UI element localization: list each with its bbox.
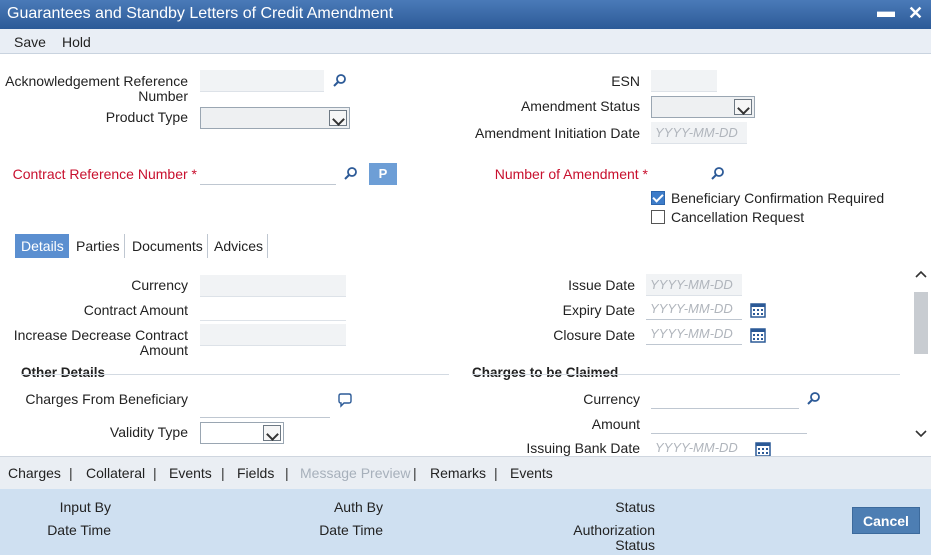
search-icon[interactable] <box>806 391 822 407</box>
charges-claimed-heading: Charges to be Claimed <box>472 365 619 380</box>
esn-input[interactable] <box>651 70 717 92</box>
charges-currency-label: Currency <box>583 391 640 407</box>
link-separator: | <box>221 465 225 481</box>
search-icon[interactable] <box>343 166 359 182</box>
remarks-link[interactable]: Remarks <box>430 465 486 481</box>
link-separator: | <box>285 465 289 481</box>
charges-amount-input[interactable] <box>651 412 807 434</box>
closure-date-label: Closure Date <box>553 327 635 343</box>
chevron-down-icon[interactable] <box>915 430 927 438</box>
currency-label: Currency <box>131 277 188 293</box>
esn-label: ESN <box>611 73 640 89</box>
message-preview-link: Message Preview <box>300 465 411 481</box>
incr-decr-amount-input[interactable] <box>200 324 346 346</box>
validity-type-select[interactable] <box>200 422 284 444</box>
close-icon[interactable]: ✕ <box>908 3 923 24</box>
number-of-amendment-input[interactable] <box>651 163 703 185</box>
date-time-label-2: Date Time <box>319 522 383 538</box>
authorization-status-label: Authorization Status <box>573 523 655 553</box>
incr-decr-amount-label: Increase Decrease Contract Amount <box>0 328 188 358</box>
section-divider <box>21 374 449 375</box>
auth-status-line1: Authorization <box>573 522 655 538</box>
contract-ref-input[interactable] <box>200 163 336 185</box>
contract-amount-label: Contract Amount <box>83 302 188 318</box>
issuing-bank-date-label: Issuing Bank Date <box>526 440 640 456</box>
contract-ref-label: Contract Reference Number * <box>12 166 197 182</box>
amendment-status-label: Amendment Status <box>520 98 640 114</box>
comment-icon[interactable] <box>337 392 353 408</box>
charges-from-beneficiary-input[interactable] <box>200 396 330 418</box>
charges-from-beneficiary-label: Charges From Beneficiary <box>25 391 188 407</box>
populate-button[interactable]: P <box>369 163 397 185</box>
ack-ref-input[interactable] <box>200 70 324 92</box>
chevron-down-icon[interactable] <box>734 99 752 115</box>
amendment-status-select[interactable] <box>651 96 755 118</box>
collateral-link[interactable]: Collateral <box>86 465 145 481</box>
cancellation-request-label: Cancellation Request <box>671 209 805 225</box>
tab-advices[interactable]: Advices <box>208 234 268 258</box>
window-title-bar: Guarantees and Standby Letters of Credit… <box>0 0 931 29</box>
issue-date-input[interactable]: YYYY-MM-DD <box>646 274 742 296</box>
cancel-button[interactable]: Cancel <box>852 507 920 534</box>
section-divider <box>472 374 900 375</box>
audit-footer: Input By Date Time Auth By Date Time Sta… <box>0 489 931 555</box>
date-time-label: Date Time <box>47 522 111 538</box>
search-icon[interactable] <box>710 166 726 182</box>
incr-decr-label-line2: Amount <box>139 342 188 358</box>
events-link[interactable]: Events <box>169 465 212 481</box>
input-by-label: Input By <box>59 499 111 515</box>
expiry-date-input[interactable]: YYYY-MM-DD <box>646 298 742 320</box>
calendar-icon[interactable] <box>750 327 766 343</box>
currency-input[interactable] <box>200 275 346 297</box>
beneficiary-confirmation-checkbox[interactable] <box>651 191 665 205</box>
menu-bar: Save Hold <box>0 29 931 54</box>
charges-currency-input[interactable] <box>651 387 799 409</box>
link-separator: | <box>413 465 417 481</box>
number-of-amendment-label: Number of Amendment * <box>494 166 648 182</box>
fields-link[interactable]: Fields <box>237 465 274 481</box>
tab-documents[interactable]: Documents <box>126 234 208 258</box>
ack-ref-label-line2: Number <box>138 88 188 104</box>
vertical-scrollbar[interactable] <box>913 258 929 444</box>
chevron-up-icon[interactable] <box>915 270 927 278</box>
link-separator: | <box>69 465 73 481</box>
chevron-down-icon[interactable] <box>263 425 281 441</box>
save-menu-item[interactable]: Save <box>14 34 46 50</box>
product-type-label: Product Type <box>105 109 188 125</box>
link-separator: | <box>153 465 157 481</box>
chevron-down-icon[interactable] <box>329 110 347 126</box>
incr-decr-label-line1: Increase Decrease Contract <box>13 327 188 343</box>
amendment-init-date-label: Amendment Initiation Date <box>475 125 640 141</box>
calendar-icon[interactable] <box>750 302 766 318</box>
amendment-init-date-input[interactable]: YYYY-MM-DD <box>651 122 747 144</box>
beneficiary-confirmation-label: Beneficiary Confirmation Required <box>671 190 885 206</box>
cancellation-request-checkbox[interactable] <box>651 210 665 224</box>
tab-parties[interactable]: Parties <box>70 234 125 258</box>
contract-amount-input[interactable] <box>200 299 346 321</box>
minimize-icon[interactable]: ▬ <box>877 1 895 22</box>
search-icon[interactable] <box>332 73 348 89</box>
events-link-2[interactable]: Events <box>510 465 553 481</box>
charges-amount-label: Amount <box>591 416 640 432</box>
product-type-select[interactable] <box>200 107 350 129</box>
auth-by-label: Auth By <box>333 499 383 515</box>
status-label: Status <box>615 499 655 515</box>
other-details-heading: Other Details <box>21 365 106 380</box>
closure-date-input[interactable]: YYYY-MM-DD <box>646 323 742 345</box>
validity-type-label: Validity Type <box>109 424 188 440</box>
calendar-icon[interactable] <box>755 441 771 457</box>
window-title: Guarantees and Standby Letters of Credit… <box>7 5 394 22</box>
issue-date-label: Issue Date <box>568 277 635 293</box>
ack-ref-label-line1: Acknowledgement Reference <box>5 73 188 89</box>
auth-status-line2: Status <box>615 537 655 553</box>
ack-ref-label: Acknowledgement Reference Number <box>0 74 188 104</box>
scrollbar-thumb[interactable] <box>914 292 928 354</box>
bottom-link-bar: Charges | Collateral | Events | Fields |… <box>0 456 931 489</box>
tab-details[interactable]: Details <box>15 234 69 258</box>
hold-menu-item[interactable]: Hold <box>62 34 91 50</box>
charges-link[interactable]: Charges <box>8 465 61 481</box>
link-separator: | <box>494 465 498 481</box>
expiry-date-label: Expiry Date <box>562 302 635 318</box>
